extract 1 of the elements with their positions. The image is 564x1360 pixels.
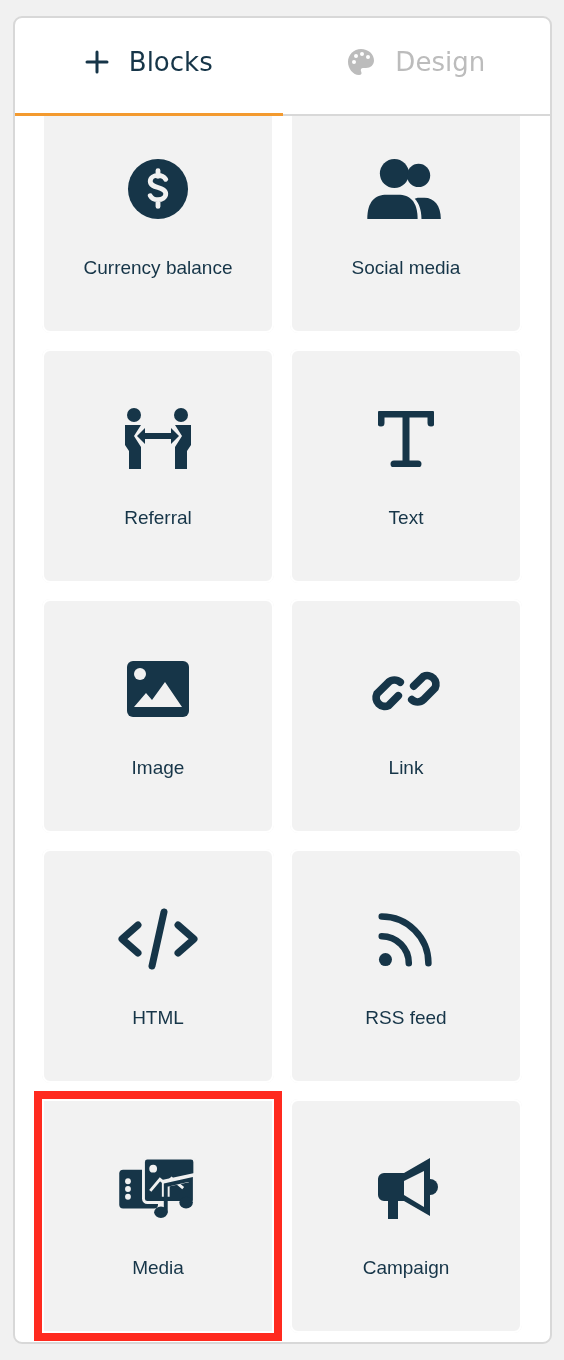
block-tile[interactable]: Media [34,1091,282,1341]
